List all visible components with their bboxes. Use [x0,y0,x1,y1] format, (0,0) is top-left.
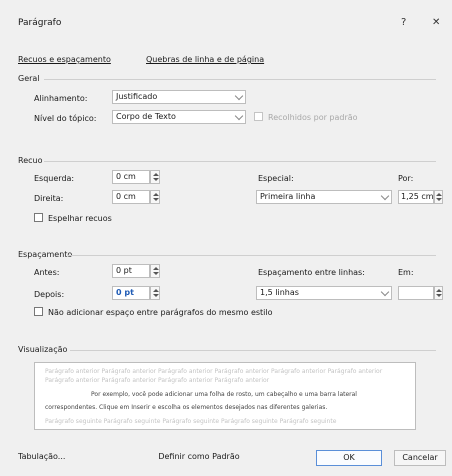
especial-value: Primeira linha [260,192,316,201]
section-divider [70,350,436,351]
nivel-topico-select[interactable]: Corpo de Texto [112,110,246,124]
section-divider [44,79,436,80]
por-spinner[interactable] [434,190,443,204]
entre-linhas-value: 1,5 linhas [260,288,299,297]
chevron-down-icon [234,91,244,101]
chevron-down-icon [234,111,244,121]
tab-recuos-espacamento[interactable]: Recuos e espaçamento [18,55,111,64]
espelhar-recuos-label: Espelhar recuos [48,214,112,223]
definir-padrao-button[interactable]: Definir como Padrão [150,450,248,466]
depois-spinner[interactable] [150,286,160,300]
preview-sample-line: correspondentes. Clique em Inserir e esc… [45,404,328,411]
alinhamento-value: Justificado [116,92,158,101]
esquerda-spinner[interactable] [150,170,160,184]
espelhar-recuos-checkbox[interactable] [34,213,43,222]
especial-label: Especial: [258,174,294,183]
depois-label: Depois: [34,290,65,299]
cancelar-button[interactable]: Cancelar [394,450,446,466]
alinhamento-label: Alinhamento: [34,94,88,103]
antes-label: Antes: [34,268,60,277]
section-divider [68,255,436,256]
help-button[interactable]: ? [401,17,406,28]
por-input[interactable]: 1,25 cm [398,190,434,204]
especial-select[interactable]: Primeira linha [256,190,392,204]
depois-input[interactable]: 0 pt [112,286,150,300]
section-title-visualizacao: Visualização [18,345,68,354]
preview-previous-line: Parágrafo anterior Parágrafo anterior Pa… [45,377,270,384]
chevron-down-icon [380,191,390,201]
section-title-geral: Geral [18,74,40,83]
preview-next-line: Parágrafo seguinte Parágrafo seguinte Pa… [45,418,337,425]
section-title-espacamento: Espaçamento [18,250,73,259]
tab-quebras-linha-pagina[interactable]: Quebras de linha e de página [146,55,264,64]
esquerda-input[interactable]: 0 cm [112,170,150,184]
em-label: Em: [398,268,414,277]
alinhamento-select[interactable]: Justificado [112,90,246,104]
em-spinner[interactable] [434,286,443,300]
preview-sample-line: Por exemplo, você pode adicionar uma fol… [91,391,357,398]
nao-adicionar-espaco-checkbox[interactable] [34,307,43,316]
recolhido-checkbox[interactable] [254,112,263,121]
section-divider [44,161,436,162]
direita-input[interactable]: 0 cm [112,190,150,204]
paragraph-preview: Parágrafo anterior Parágrafo anterior Pa… [34,362,416,430]
esquerda-label: Esquerda: [34,174,75,183]
entre-linhas-select[interactable]: 1,5 linhas [256,286,392,300]
nivel-topico-label: Nível do tópico: [34,114,97,123]
recolhido-label: Recolhidos por padrão [268,113,358,122]
em-input[interactable] [398,286,434,300]
nivel-topico-value: Corpo de Texto [116,112,176,121]
por-label: Por: [398,174,414,183]
direita-spinner[interactable] [150,190,160,204]
entre-linhas-label: Espaçamento entre linhas: [258,268,365,277]
antes-input[interactable]: 0 pt [112,264,150,278]
tabulacao-button[interactable]: Tabulação... [18,450,90,466]
ok-button[interactable]: OK [316,450,382,466]
chevron-down-icon [380,287,390,297]
preview-previous-line: Parágrafo anterior Parágrafo anterior Pa… [45,368,383,375]
dialog-title: Parágrafo [18,18,62,28]
close-icon[interactable]: ✕ [432,17,440,28]
nao-adicionar-espaco-label: Não adicionar espaço entre parágrafos do… [48,308,273,317]
direita-label: Direita: [34,194,64,203]
antes-spinner[interactable] [150,264,160,278]
section-title-recuo: Recuo [18,156,43,165]
